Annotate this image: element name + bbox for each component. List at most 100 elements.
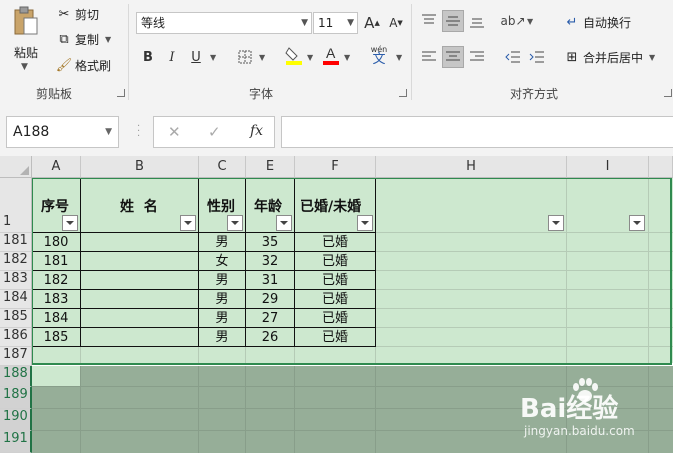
cell-age[interactable]: 29: [246, 290, 294, 309]
column-header-i[interactable]: I: [567, 156, 649, 178]
cell-seq[interactable]: 182: [32, 271, 80, 290]
row-header-190[interactable]: 190: [0, 409, 32, 431]
active-cell[interactable]: [32, 366, 81, 386]
row-header-186[interactable]: 186: [0, 328, 32, 347]
paste-button[interactable]: 粘贴 ▼: [4, 4, 48, 80]
cell-marital[interactable]: 已婚: [295, 233, 375, 252]
column-header-c[interactable]: C: [199, 156, 246, 178]
filter-dropdown-icon[interactable]: [357, 215, 373, 231]
alignment-launcher-icon[interactable]: [664, 89, 672, 97]
fill-color-button[interactable]: [283, 44, 305, 66]
align-right-button[interactable]: [466, 46, 488, 68]
cell-marital[interactable]: 已婚: [295, 252, 375, 271]
cell-gender[interactable]: 男: [199, 328, 245, 347]
gridline: [198, 366, 199, 453]
font-size-select[interactable]: 11 ▼: [313, 12, 358, 34]
chevron-down-icon[interactable]: ▼: [396, 53, 402, 62]
row-header-181[interactable]: 181: [0, 233, 32, 252]
cell-gender[interactable]: 男: [199, 290, 245, 309]
row-header-182[interactable]: 182: [0, 252, 32, 271]
format-painter-button[interactable]: 🖌 格式刷: [56, 55, 111, 75]
underline-button[interactable]: U: [185, 46, 207, 68]
align-top-button[interactable]: [418, 10, 440, 32]
cell-age[interactable]: 27: [246, 309, 294, 328]
cell-marital[interactable]: 已婚: [295, 290, 375, 309]
cell-gender[interactable]: 男: [199, 309, 245, 328]
insert-function-icon[interactable]: fx: [250, 123, 263, 139]
chevron-down-icon[interactable]: ▼: [210, 53, 216, 62]
cancel-icon[interactable]: ✕: [168, 123, 181, 141]
column-header-a[interactable]: A: [32, 156, 81, 178]
cell-age[interactable]: 31: [246, 271, 294, 290]
column-header-h[interactable]: H: [376, 156, 567, 178]
formula-input[interactable]: [281, 116, 673, 148]
align-middle-button[interactable]: [442, 10, 464, 32]
filter-dropdown-icon[interactable]: [276, 215, 292, 231]
chevron-down-icon[interactable]: ▼: [105, 35, 111, 44]
chevron-down-icon[interactable]: ▼: [344, 53, 350, 62]
italic-button[interactable]: I: [161, 46, 183, 68]
filter-dropdown-icon[interactable]: [227, 215, 243, 231]
row-header-187[interactable]: 187: [0, 347, 32, 366]
cell-gender[interactable]: 男: [199, 233, 245, 252]
cell-gender[interactable]: 女: [199, 252, 245, 271]
column-header-e[interactable]: E: [246, 156, 295, 178]
increase-indent-button[interactable]: [526, 46, 548, 68]
column-header-b[interactable]: B: [81, 156, 199, 178]
orientation-button[interactable]: ab↗: [500, 10, 525, 32]
group-divider: [128, 4, 129, 100]
filter-dropdown-icon[interactable]: [180, 215, 196, 231]
cell-seq[interactable]: 185: [32, 328, 80, 347]
copy-button[interactable]: ⧉ 复制 ▼: [56, 29, 111, 49]
decrease-indent-button[interactable]: [502, 46, 524, 68]
chevron-down-icon[interactable]: ▼: [259, 53, 265, 62]
font-color-button[interactable]: A: [320, 44, 342, 66]
row-header-189[interactable]: 189: [0, 387, 32, 409]
borders-icon: [238, 50, 252, 64]
clipboard-launcher-icon[interactable]: [117, 89, 125, 97]
cell-seq[interactable]: 181: [32, 252, 80, 271]
resize-handle-icon[interactable]: · · ·: [137, 122, 140, 142]
wrap-text-button[interactable]: ↵ 自动换行: [564, 12, 631, 32]
cut-button[interactable]: ✂ 剪切: [56, 4, 99, 24]
enter-icon[interactable]: ✓: [208, 123, 221, 141]
align-center-button[interactable]: [442, 46, 464, 68]
filter-dropdown-icon[interactable]: [62, 215, 78, 231]
chevron-down-icon[interactable]: ▼: [307, 53, 313, 62]
align-left-button[interactable]: [418, 46, 440, 68]
bold-button[interactable]: B: [137, 46, 159, 68]
cell-age[interactable]: 35: [246, 233, 294, 252]
chevron-down-icon[interactable]: ▼: [21, 62, 28, 72]
filter-dropdown-icon[interactable]: [548, 215, 564, 231]
shrink-font-button[interactable]: A ▼: [385, 12, 407, 34]
chevron-down-icon[interactable]: ▼: [527, 17, 533, 26]
row-header-1[interactable]: 1: [0, 178, 32, 233]
column-header-f[interactable]: F: [295, 156, 376, 178]
cell-age[interactable]: 32: [246, 252, 294, 271]
row-header-183[interactable]: 183: [0, 271, 32, 290]
merge-center-button[interactable]: ⊞ 合并后居中 ▼: [564, 47, 656, 67]
row-header-191[interactable]: 191: [0, 431, 32, 453]
row-header-188[interactable]: 188: [0, 366, 32, 387]
grow-font-button[interactable]: A ▲: [361, 12, 383, 34]
phonetic-button[interactable]: wén 文: [368, 44, 390, 66]
cell-gender[interactable]: 男: [199, 271, 245, 290]
column-header-next[interactable]: [649, 156, 673, 178]
cell-seq[interactable]: 184: [32, 309, 80, 328]
chevron-down-icon[interactable]: ▼: [649, 53, 655, 62]
cell-marital[interactable]: 已婚: [295, 309, 375, 328]
filter-dropdown-icon[interactable]: [629, 215, 645, 231]
cell-marital[interactable]: 已婚: [295, 328, 375, 347]
align-bottom-button[interactable]: [466, 10, 488, 32]
row-header-185[interactable]: 185: [0, 309, 32, 328]
name-box[interactable]: A188 ▼: [6, 116, 119, 148]
cell-seq[interactable]: 180: [32, 233, 80, 252]
cell-marital[interactable]: 已婚: [295, 271, 375, 290]
font-name-select[interactable]: 等线 ▼: [136, 12, 312, 34]
borders-button[interactable]: [234, 46, 256, 68]
font-launcher-icon[interactable]: [399, 89, 407, 97]
cell-age[interactable]: 26: [246, 328, 294, 347]
cell-seq[interactable]: 183: [32, 290, 80, 309]
select-all-button[interactable]: [0, 156, 32, 178]
row-header-184[interactable]: 184: [0, 290, 32, 309]
